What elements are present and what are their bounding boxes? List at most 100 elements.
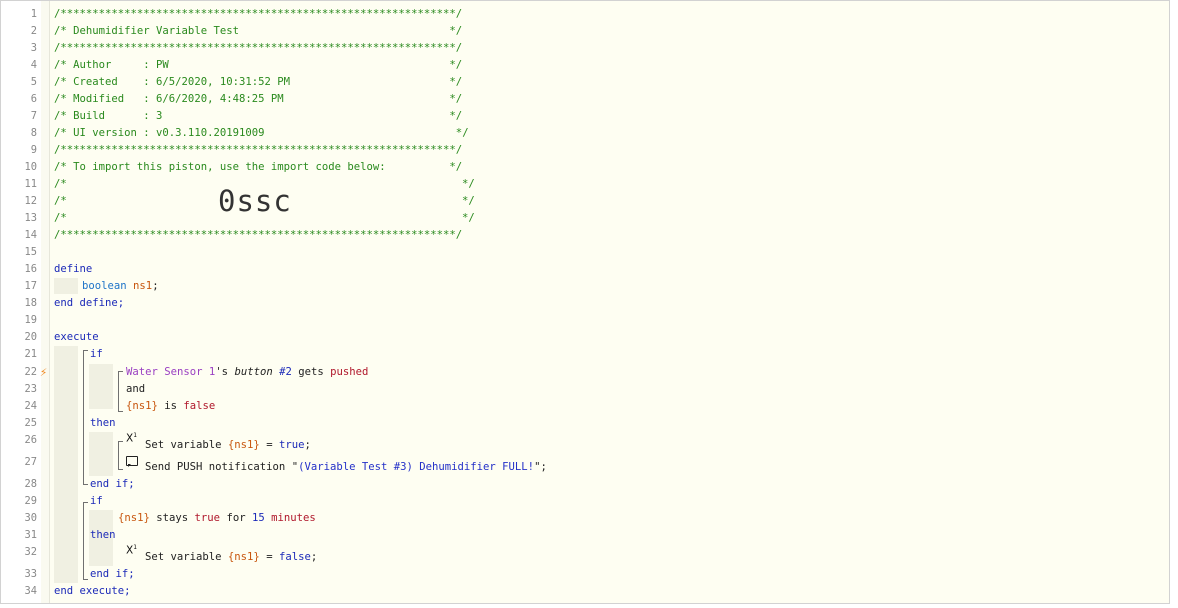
variable-declaration[interactable]: boolean ns1; (82, 278, 159, 294)
comment-blank-right: */ (462, 212, 475, 224)
possessive: 's (215, 366, 235, 378)
line-number: 27 (24, 456, 37, 468)
button-number: #2 (279, 366, 292, 378)
line-number: 14 (24, 229, 37, 241)
indent-guide (89, 432, 113, 476)
line-number: 22 (24, 366, 37, 378)
variable-x-icon: X1 (126, 432, 138, 445)
condition-bracket (118, 371, 123, 412)
var-ref: {ns1} (126, 400, 158, 412)
define-keyword[interactable]: define (54, 261, 92, 277)
push-end: "; (534, 461, 547, 473)
message-icon (126, 456, 138, 467)
comment-border: /***************************************… (54, 42, 463, 54)
line-number: 5 (30, 76, 37, 88)
line-number: 32 (24, 546, 37, 558)
line-number: 33 (24, 568, 37, 580)
comment-ui-version: /* UI version : v0.3.110.20191009 */ (54, 127, 469, 139)
and-operator[interactable]: and (126, 381, 145, 397)
gutter-strip (41, 1, 50, 603)
line-number: 29 (24, 495, 37, 507)
comment-border: /***************************************… (54, 144, 463, 156)
send-push-text: Send PUSH notification " (145, 461, 299, 473)
set-variable-statement[interactable]: Set variable {ns1} = true; (145, 437, 311, 453)
line-number: 3 (30, 42, 37, 54)
condition-stays[interactable]: {ns1} stays true for 15 minutes (118, 510, 316, 526)
comment-blank-left: /* (54, 178, 67, 190)
line-number: 19 (24, 314, 37, 326)
comment-border: /***************************************… (54, 8, 463, 20)
condition-variable[interactable]: {ns1} is false (126, 398, 215, 414)
comment-modified: /* Modified : 6/6/2020, 4:48:25 PM */ (54, 93, 463, 105)
line-number: 15 (24, 246, 37, 258)
comment-import-note: /* To import this piston, use the import… (54, 161, 463, 173)
stays-text: stays (149, 512, 195, 524)
line-number: 28 (24, 478, 37, 490)
semicolon: ; (152, 280, 159, 292)
line-number: 30 (24, 512, 37, 524)
line-number: 23 (24, 383, 37, 395)
line-number: 2 (30, 25, 37, 37)
line-number: 21 (24, 348, 37, 360)
if-keyword[interactable]: if (90, 493, 103, 509)
indent-guide (54, 278, 78, 294)
line-number: 18 (24, 297, 37, 309)
comment-author: /* Author : PW */ (54, 59, 463, 71)
end-if-keyword[interactable]: end if; (90, 566, 135, 582)
line-number: 31 (24, 529, 37, 541)
is-text: is (157, 400, 184, 412)
line-number: 16 (24, 263, 37, 275)
push-message: (Variable Test #3) Dehumidifier FULL! (298, 461, 535, 473)
line-number: 26 (24, 434, 37, 446)
line-number: 7 (30, 110, 37, 122)
line-number: 1 (30, 8, 37, 20)
for-text: for (220, 512, 252, 524)
comment-blank-left: /* (54, 195, 67, 207)
end-if-keyword[interactable]: end if; (90, 476, 135, 492)
pushed-value: pushed (330, 366, 369, 378)
false-value: false (183, 400, 216, 412)
semicolon: ; (304, 439, 311, 451)
end-define-keyword[interactable]: end define; (54, 295, 124, 311)
if-block-bracket (83, 502, 88, 580)
line-number: 6 (30, 93, 37, 105)
line-number: 13 (24, 212, 37, 224)
condition-trigger[interactable]: Water Sensor 1's button #2 gets pushed (126, 364, 368, 380)
line-number: 8 (30, 127, 37, 139)
true-value: true (194, 512, 221, 524)
gets-text: gets (291, 366, 331, 378)
send-push-statement[interactable]: Send PUSH notification "(Variable Test #… (145, 459, 547, 475)
false-value: false (278, 551, 311, 563)
end-execute-keyword[interactable]: end execute; (54, 583, 131, 599)
set-variable-statement[interactable]: Set variable {ns1} = false; (145, 549, 317, 565)
line-number: 12 (24, 195, 37, 207)
comment-build: /* Build : 3 */ (54, 110, 463, 122)
duration-number: 15 (251, 512, 265, 524)
indent-guide (89, 364, 113, 409)
comment-border: /***************************************… (54, 229, 463, 241)
variable-x-icon: X1 (126, 544, 138, 557)
comment-blank-right: */ (462, 195, 475, 207)
set-variable-text: Set variable (145, 551, 228, 563)
semicolon: ; (310, 551, 318, 563)
equals: = (259, 439, 279, 451)
attribute-button: button (234, 366, 273, 378)
comment-blank-left: /* (54, 212, 67, 224)
if-block-bracket (83, 350, 88, 485)
line-number: 17 (24, 280, 37, 292)
action-bracket (118, 441, 123, 470)
line-number: 4 (30, 59, 37, 71)
execute-keyword[interactable]: execute (54, 329, 99, 345)
then-keyword[interactable]: then (90, 415, 116, 431)
var-ref: {ns1} (227, 551, 260, 563)
then-keyword[interactable]: then (90, 527, 116, 543)
equals: = (259, 551, 279, 563)
if-keyword[interactable]: if (90, 346, 103, 362)
device-name: Water Sensor 1 (126, 366, 216, 378)
var-ref: {ns1} (118, 512, 150, 524)
comment-title: /* Dehumidifier Variable Test */ (54, 25, 463, 37)
line-number: 11 (24, 178, 37, 190)
line-number: 24 (24, 400, 37, 412)
type-boolean: boolean (82, 280, 127, 292)
import-code: 0ssc (218, 184, 292, 218)
